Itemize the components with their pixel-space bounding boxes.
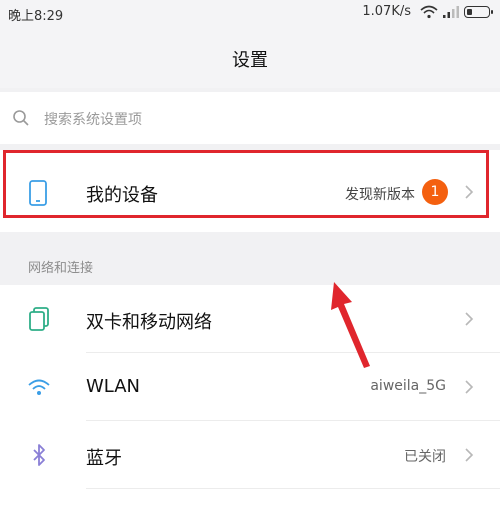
wlan-label: WLAN xyxy=(86,376,141,397)
annotation-arrow-icon xyxy=(331,282,370,368)
list-item-wlan[interactable]: WLAN aiweila_5G xyxy=(0,353,500,421)
chevron-right-icon xyxy=(465,312,474,326)
section-title-network: 网络和连接 xyxy=(28,261,94,276)
network-speed: 1.07K/s xyxy=(362,4,411,19)
dual-sim-label: 双卡和移动网络 xyxy=(86,312,212,333)
battery-icon xyxy=(464,5,493,18)
bluetooth-value: 已关闭 xyxy=(404,449,446,465)
chevron-right-icon xyxy=(465,185,474,199)
list-item-dual-sim[interactable]: 双卡和移动网络 xyxy=(0,285,500,353)
status-icons: 1.07K/s xyxy=(362,4,493,19)
network-settings-list: 双卡和移动网络 WLAN aiweila_5G 蓝牙 已关闭 xyxy=(0,285,500,508)
signal-icon xyxy=(443,5,459,18)
my-device-item[interactable]: 我的设备 发现新版本 1 xyxy=(0,150,500,232)
search-input[interactable]: 搜索系统设置项 xyxy=(44,109,142,129)
my-device-label: 我的设备 xyxy=(86,185,158,206)
page-title: 设置 xyxy=(232,50,268,71)
update-badge: 1 xyxy=(422,179,448,205)
update-hint: 发现新版本 xyxy=(345,187,415,203)
wifi-icon xyxy=(28,379,50,395)
title-bar: 设置 xyxy=(0,26,500,88)
bluetooth-label: 蓝牙 xyxy=(86,448,122,469)
annotation-highlight-box xyxy=(3,150,489,218)
status-bar: 晚上8:29 1.07K/s xyxy=(0,0,500,26)
phone-icon xyxy=(29,180,47,206)
chevron-right-icon xyxy=(465,380,474,394)
divider xyxy=(86,488,500,489)
status-time: 晚上8:29 xyxy=(8,9,64,24)
list-item-bluetooth[interactable]: 蓝牙 已关闭 xyxy=(0,421,500,489)
wlan-value: aiweila_5G xyxy=(370,378,446,394)
search-bar[interactable]: 搜索系统设置项 xyxy=(0,92,500,144)
wifi-icon xyxy=(420,5,438,18)
dual-sim-icon xyxy=(29,307,49,331)
chevron-right-icon xyxy=(465,448,474,462)
search-icon xyxy=(13,110,29,126)
bluetooth-icon xyxy=(33,444,45,466)
